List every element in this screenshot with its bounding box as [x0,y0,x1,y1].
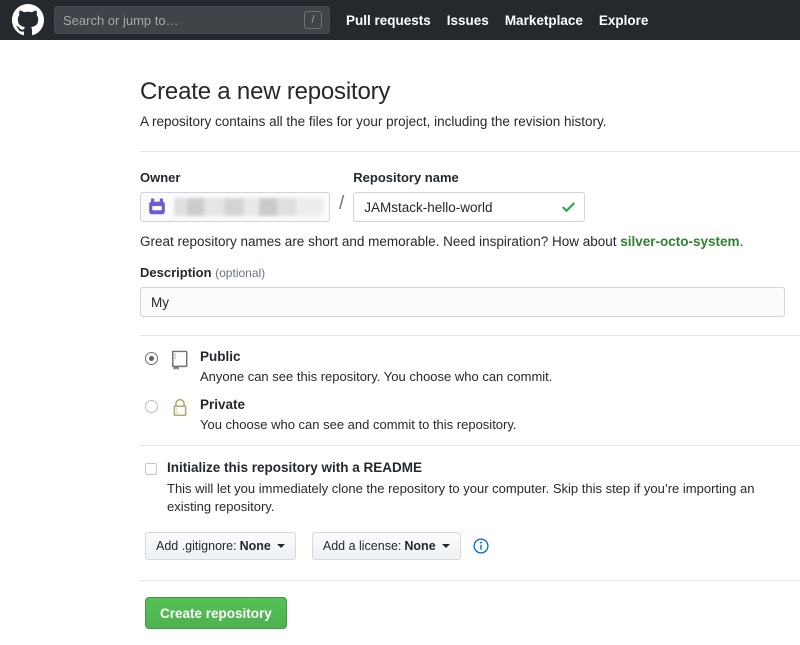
license-dropdown-value: None [404,539,436,553]
nav-link-issues[interactable]: Issues [447,13,489,28]
divider-below-title [140,151,800,152]
page-container: Create a new repository A repository con… [0,78,800,629]
info-circle-icon[interactable] [473,538,489,554]
owner-repo-separator: / [339,193,345,214]
nav-link-explore[interactable]: Explore [599,13,649,28]
divider-above-submit [140,580,800,581]
visibility-option-private[interactable]: Private You choose who can see and commi… [140,397,800,433]
description-field-group: Description (optional) [140,265,800,317]
search-box[interactable]: / [54,6,330,34]
caret-down-icon [276,544,285,548]
license-dropdown[interactable]: Add a license: None [311,532,461,560]
visibility-public-name: Public [200,349,241,364]
suggested-name-link[interactable]: silver-octo-system [620,234,739,249]
gitignore-dropdown-value: None [239,539,271,553]
radio-public[interactable] [145,352,158,365]
visibility-private-text: Private You choose who can see and commi… [200,397,517,433]
owner-repo-row: Owner / Repository name [140,170,800,222]
description-optional-text: (optional) [215,266,266,280]
repository-name-box[interactable] [353,192,586,222]
visibility-option-public[interactable]: Public Anyone can see this repository. Y… [140,349,800,385]
license-dropdown-prefix: Add a license: [322,539,402,553]
visibility-private-description: You choose who can see and commit to thi… [200,417,517,432]
readme-label: Initialize this repository with a README [167,460,423,475]
divider-above-readme [140,445,800,446]
owner-label: Owner [140,170,181,185]
radio-private[interactable] [145,400,158,413]
owner-select[interactable] [140,192,330,222]
readme-option[interactable]: Initialize this repository with a README… [140,460,800,516]
description-label: Description (optional) [140,265,800,280]
page-title: Create a new repository [140,78,391,105]
nav-link-pull-requests[interactable]: Pull requests [346,13,431,28]
readme-description: This will let you immediately clone the … [167,481,755,514]
primary-nav: Pull requests Issues Marketplace Explore [346,13,648,28]
caret-down-icon [441,544,450,548]
readme-text: Initialize this repository with a README… [167,460,777,516]
owner-field-group: Owner [140,170,330,222]
visibility-public-text: Public Anyone can see this repository. Y… [200,349,552,385]
readme-checkbox[interactable] [145,463,157,475]
submit-row: Create repository [140,597,800,629]
visibility-private-name: Private [200,397,246,412]
repository-field-group: Repository name [353,170,586,222]
hint-text-before: Great repository names are short and mem… [140,234,621,249]
global-header: / Pull requests Issues Marketplace Explo… [0,0,800,40]
gitignore-dropdown[interactable]: Add .gitignore: None [145,532,296,560]
repo-book-icon [172,350,188,371]
github-octocat-icon[interactable] [12,4,44,36]
nav-link-marketplace[interactable]: Marketplace [505,13,583,28]
form-column: Create a new repository A repository con… [140,78,800,629]
lock-icon [173,398,187,417]
create-repository-button[interactable]: Create repository [145,597,287,629]
description-box[interactable] [140,287,785,317]
divider-above-visibility [140,335,800,336]
search-input[interactable] [55,12,304,28]
visibility-public-description: Anyone can see this repository. You choo… [200,369,553,384]
visibility-radio-group: Public Anyone can see this repository. Y… [140,349,800,433]
template-options-row: Add .gitignore: None Add a license: None [140,532,800,560]
gitignore-dropdown-prefix: Add .gitignore: [156,539,237,553]
description-label-text: Description [140,265,212,280]
repository-name-input[interactable] [362,198,557,216]
repository-name-hint: Great repository names are short and mem… [140,234,800,249]
hint-text-after: . [739,234,744,249]
description-input[interactable] [149,293,776,311]
repository-name-label: Repository name [353,170,459,185]
bot-avatar-icon [149,198,165,215]
page-subtitle: A repository contains all the files for … [140,114,607,129]
check-icon [562,202,576,212]
search-shortcut-badge: / [304,11,322,29]
owner-name-redacted [174,198,323,216]
